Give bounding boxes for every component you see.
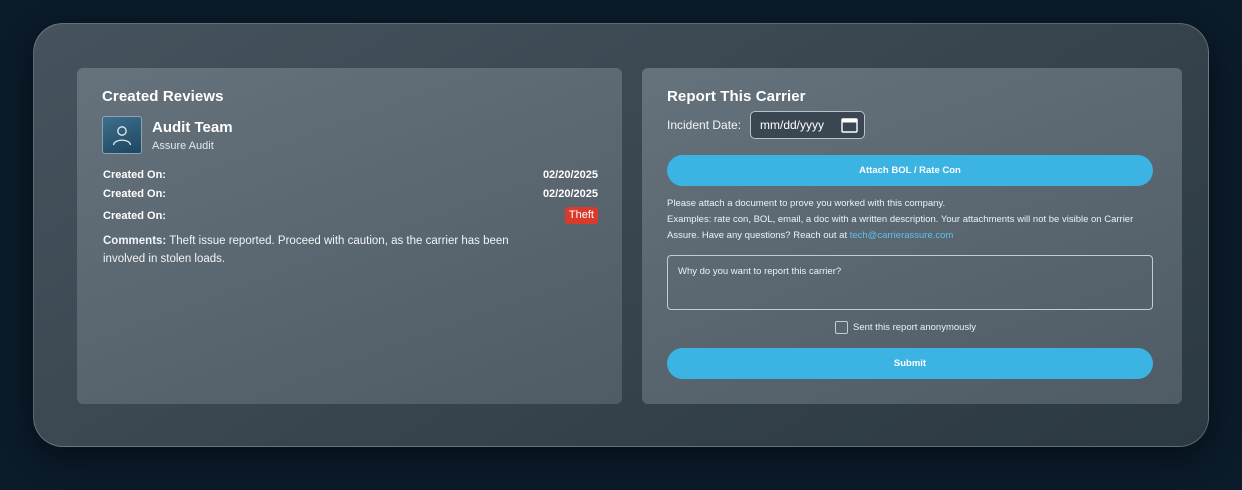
user-avatar-icon xyxy=(102,116,142,154)
created-on-label: Created On: xyxy=(103,188,166,200)
theft-status-badge: Theft xyxy=(564,207,598,224)
report-carrier-panel: Report This Carrier Incident Date: mm/dd… xyxy=(642,68,1182,404)
created-on-row: Created On: 02/20/2025 xyxy=(103,188,598,200)
attachment-help-text: Please attach a document to prove you wo… xyxy=(667,196,1157,244)
created-on-value: 02/20/2025 xyxy=(542,188,598,200)
comments-label: Comments: xyxy=(103,235,167,247)
created-on-value: 02/20/2025 xyxy=(542,169,598,181)
date-placeholder: mm/dd/yyyy xyxy=(760,118,825,132)
report-reason-textarea[interactable]: Why do you want to report this carrier? xyxy=(667,255,1153,310)
created-on-row: Created On: Theft xyxy=(103,207,598,224)
attach-bol-rate-con-button[interactable]: Attach BOL / Rate Con xyxy=(667,155,1153,186)
created-on-label: Created On: xyxy=(103,169,166,181)
review-comments: Comments: Theft issue reported. Proceed … xyxy=(103,232,523,268)
submit-button[interactable]: Submit xyxy=(667,348,1153,379)
calendar-icon[interactable] xyxy=(841,117,858,133)
main-card: Created Reviews Audit Team Assure Audit … xyxy=(33,23,1209,447)
report-carrier-title: Report This Carrier xyxy=(667,88,806,105)
anonymous-label: Sent this report anonymously xyxy=(853,322,977,333)
report-reason-placeholder: Why do you want to report this carrier? xyxy=(678,266,842,277)
created-reviews-panel: Created Reviews Audit Team Assure Audit … xyxy=(77,68,622,404)
anonymous-option[interactable]: Sent this report anonymously xyxy=(835,321,976,334)
incident-date-label: Incident Date: xyxy=(667,118,742,132)
incident-date-input[interactable]: mm/dd/yyyy xyxy=(750,111,865,139)
reviewer-organization: Assure Audit xyxy=(152,140,214,152)
help-line-1: Please attach a document to prove you wo… xyxy=(667,198,946,209)
support-email-link[interactable]: tech@carrierassure.com xyxy=(850,230,954,241)
user-icon xyxy=(112,126,132,146)
created-reviews-title: Created Reviews xyxy=(102,88,224,105)
created-on-row: Created On: 02/20/2025 xyxy=(103,169,598,181)
reviewer-name: Audit Team xyxy=(152,119,233,136)
created-on-label: Created On: xyxy=(103,209,166,222)
anonymous-checkbox[interactable] xyxy=(835,321,848,334)
